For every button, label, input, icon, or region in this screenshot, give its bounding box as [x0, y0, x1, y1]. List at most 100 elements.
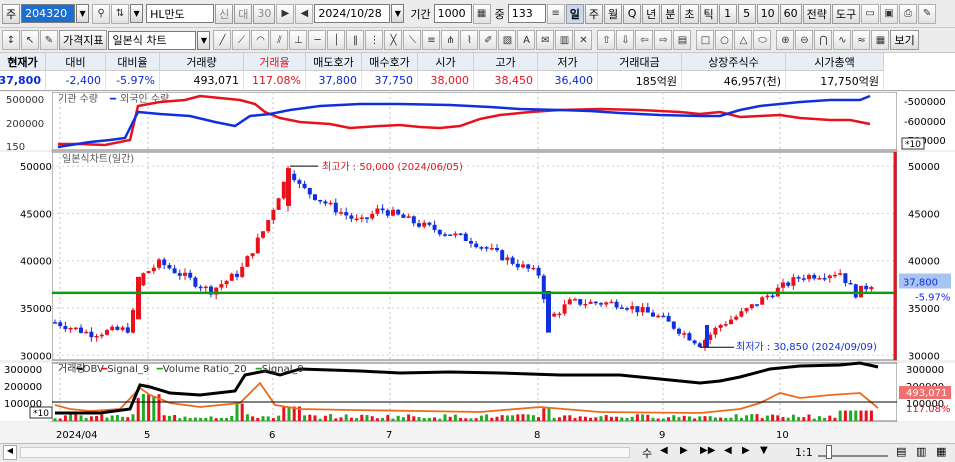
wrench-icon[interactable]: ✎ — [918, 3, 937, 24]
ray-icon[interactable]: ⟋ — [232, 30, 251, 50]
tag-button[interactable]: 대 — [234, 3, 253, 24]
candle-body — [318, 199, 323, 202]
code-type-button[interactable]: 주 — [2, 3, 21, 24]
date-input[interactable]: 2024/10/28 — [314, 4, 391, 23]
save-icon[interactable]: ▣ — [880, 3, 899, 24]
scrollbar-track[interactable] — [20, 447, 630, 458]
color-icon[interactable]: ▧ — [498, 30, 517, 50]
period-tick[interactable]: 틱 — [699, 3, 718, 24]
candle-body — [807, 274, 811, 280]
tools-button[interactable]: 도구 — [831, 3, 861, 24]
triangle-icon[interactable]: △ — [734, 30, 753, 50]
sort-icon[interactable]: ⇅ — [111, 3, 130, 24]
indicator-button[interactable]: 가격지표 — [59, 30, 108, 50]
pointer-icon[interactable]: ↖ — [21, 30, 39, 50]
note-icon[interactable]: ✉ — [536, 30, 555, 50]
zoom-out-icon[interactable]: ⊖ — [795, 30, 814, 50]
nav-first-icon[interactable]: ◀ — [660, 445, 668, 456]
strategy-button[interactable]: 전략 — [802, 3, 831, 24]
arrow-updown-icon[interactable]: ↕ — [2, 30, 20, 50]
settings-icon[interactable]: ≡ — [546, 3, 565, 24]
channel-icon[interactable]: ⫽ — [270, 30, 289, 50]
layout-icon[interactable]: ▦ — [871, 30, 890, 50]
fibonacci-icon[interactable]: ⋮ — [365, 30, 384, 50]
period-1[interactable]: 1 — [718, 3, 737, 24]
period-5[interactable]: 5 — [737, 3, 756, 24]
nav-next-icon[interactable]: ▶ — [680, 445, 688, 456]
candle-body — [489, 247, 494, 250]
cross-icon[interactable]: ⊥ — [289, 30, 308, 50]
candle-body — [297, 180, 302, 184]
gann-icon[interactable]: ╳ — [384, 30, 403, 50]
new-button[interactable]: 신 — [215, 3, 234, 24]
delete-icon[interactable]: ✕ — [574, 30, 593, 50]
search-icon[interactable]: ⚲ — [92, 3, 111, 24]
date-dropdown-icon[interactable]: ▼ — [391, 4, 405, 23]
magnet-icon[interactable]: ⋂ — [814, 30, 833, 50]
view-button[interactable]: 보기 — [890, 30, 919, 50]
vline-icon[interactable]: │ — [327, 30, 346, 50]
ellipse-icon[interactable]: ⬭ — [753, 30, 772, 50]
nav-icon[interactable]: 수 — [642, 445, 652, 461]
wave2-icon[interactable]: ≈ — [852, 30, 871, 50]
zoom-input[interactable]: 133 — [507, 4, 546, 23]
hline-icon[interactable]: ─ — [308, 30, 327, 50]
volume-bar — [100, 414, 104, 421]
period-minute[interactable]: 분 — [661, 3, 680, 24]
sort-dropdown-icon[interactable]: ▼ — [130, 4, 144, 23]
volume-bar — [74, 414, 78, 421]
layout1-icon[interactable]: ▤ — [896, 445, 906, 458]
zoom-in-icon[interactable]: ⊕ — [776, 30, 795, 50]
parallel-icon[interactable]: ‖ — [346, 30, 365, 50]
stock-name-field[interactable]: HL만도 — [146, 4, 215, 23]
cycle-icon[interactable]: ⌇ — [460, 30, 479, 50]
period-day[interactable]: 일 — [565, 3, 584, 24]
volume-bar — [724, 418, 728, 421]
code-dropdown-icon[interactable]: ▼ — [76, 4, 90, 23]
nav-fast-icon[interactable]: ▶▶ — [700, 445, 715, 456]
text-icon[interactable]: A — [517, 30, 536, 50]
up-arrow-icon[interactable]: ⇧ — [597, 30, 616, 50]
layout3-icon[interactable]: ▦ — [936, 445, 946, 458]
next-icon[interactable]: ▶ — [276, 3, 295, 24]
nav-prev-icon[interactable]: ◀ — [724, 445, 732, 456]
rect-icon[interactable]: □ — [696, 30, 715, 50]
period-year[interactable]: 년 — [642, 3, 661, 24]
grid-icon[interactable]: ▦ — [472, 3, 491, 24]
regression-icon[interactable]: ≡ — [422, 30, 441, 50]
candle-body — [573, 299, 577, 301]
edit-icon[interactable]: ✎ — [40, 30, 58, 50]
andrew-icon[interactable]: ⋔ — [441, 30, 460, 50]
layout2-icon[interactable]: ▥ — [916, 445, 926, 458]
chart-type-select[interactable]: 일본식 차트 — [108, 30, 197, 50]
period-month[interactable]: 월 — [604, 3, 623, 24]
volume-bar — [84, 418, 88, 421]
zoom-thumb[interactable] — [826, 445, 832, 459]
down-arrow-icon[interactable]: ⇩ — [616, 30, 635, 50]
period-week[interactable]: 주 — [584, 3, 603, 24]
prev-icon[interactable]: ◀ — [295, 3, 314, 24]
stock-code-input[interactable]: 204320 — [21, 4, 76, 23]
period-quarter[interactable]: Q — [623, 3, 642, 24]
left-arrow-icon[interactable]: ⇦ — [635, 30, 654, 50]
folder-icon[interactable]: ▭ — [861, 3, 880, 24]
period-10[interactable]: 10 — [756, 3, 779, 24]
bars-icon[interactable]: ▥ — [555, 30, 574, 50]
circle-icon[interactable]: ○ — [715, 30, 734, 50]
right-arrow-icon[interactable]: ⇨ — [654, 30, 673, 50]
memo-icon[interactable]: ▤ — [673, 30, 692, 50]
speed-icon[interactable]: ⟍ — [403, 30, 422, 50]
period-60[interactable]: 60 — [779, 3, 802, 24]
chart-type-dropdown-icon[interactable]: ▼ — [197, 30, 211, 50]
wave-icon[interactable]: ∿ — [833, 30, 852, 50]
period-input[interactable]: 1000 — [433, 4, 472, 23]
scroll-left-icon[interactable]: ◀ — [3, 445, 17, 460]
pen-icon[interactable]: ✐ — [479, 30, 498, 50]
trendline-icon[interactable]: ╱ — [213, 30, 232, 50]
nav-end-icon[interactable]: ▶ — [742, 445, 750, 456]
candle-body — [843, 273, 848, 284]
print-icon[interactable]: ⎙ — [899, 3, 918, 24]
period-second[interactable]: 초 — [680, 3, 699, 24]
fan-icon[interactable]: ◠ — [251, 30, 270, 50]
nav-menu-icon[interactable]: ▼ — [760, 445, 768, 456]
